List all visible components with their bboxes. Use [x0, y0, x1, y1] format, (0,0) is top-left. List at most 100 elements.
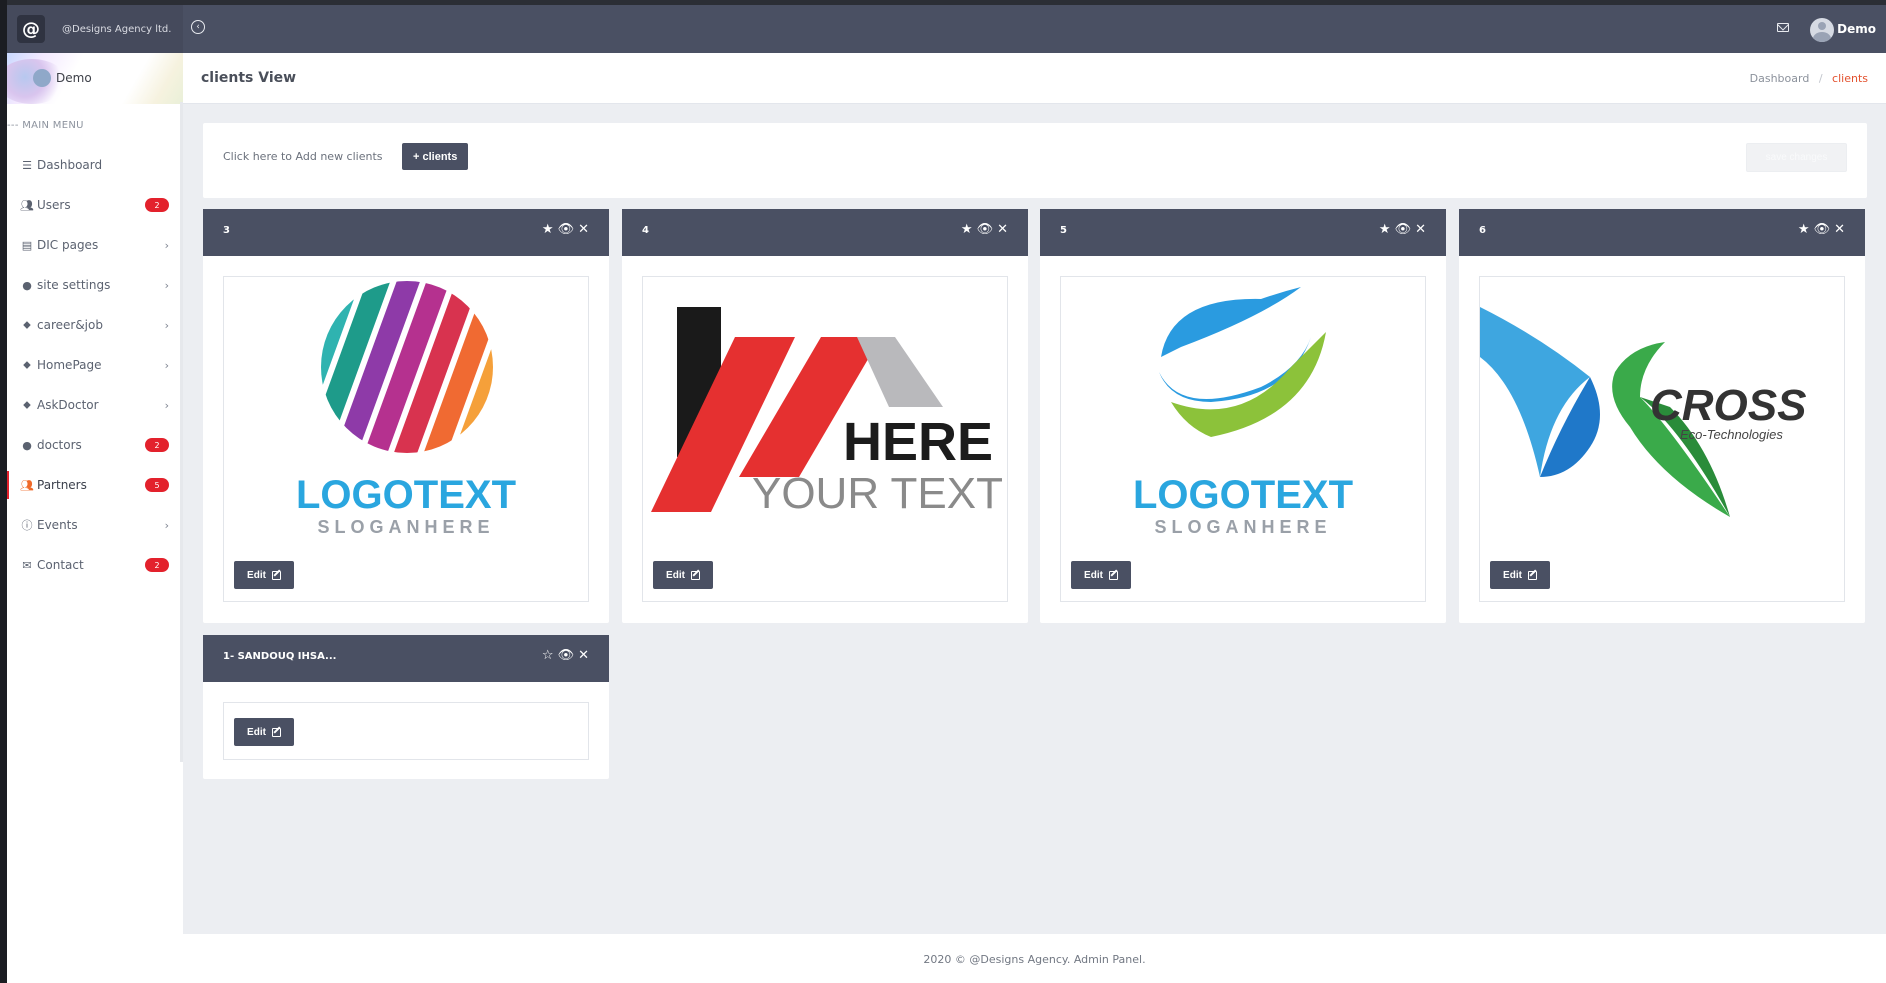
- menu-section-title: --- MAIN MENU: [7, 120, 84, 131]
- sidebar-item-career-job[interactable]: ⬥ career&job ›: [7, 305, 183, 345]
- page-header: clients View Dashboard / clients: [183, 53, 1886, 104]
- sidebar-item-dashboard[interactable]: ☰ Dashboard: [7, 145, 183, 185]
- star-icon[interactable]: ★: [542, 223, 554, 236]
- main-content: clients View Dashboard / clients Click h…: [183, 53, 1886, 983]
- eye-icon[interactable]: 👁︎: [977, 223, 994, 236]
- card-header: 1- SANDOUQ IHSA... ☆ 👁︎ ✕: [203, 635, 609, 682]
- client-logo-frame: HERE YOUR TEXT Edit: [642, 276, 1008, 602]
- client-card: 5 ★ 👁︎ ✕ LOGOTEXT SLOGANHERE Edit: [1040, 209, 1446, 623]
- sidebar-item-askdoctor[interactable]: ⬥ AskDoctor ›: [7, 385, 183, 425]
- count-badge: 2: [145, 438, 169, 452]
- sidebar-item-users[interactable]: 👥︎ Users 2: [7, 185, 183, 225]
- sidebar-item-doctors[interactable]: ● doctors 2: [7, 425, 183, 465]
- card-actions: ☆ 👁︎ ✕: [542, 649, 589, 662]
- card-actions: ★ 👁︎ ✕: [1379, 223, 1426, 236]
- client-logo-frame: LOGOTEXT SLOGANHERE Edit: [1060, 276, 1426, 602]
- sidebar-item-events[interactable]: ⓘ Events ›: [7, 505, 183, 545]
- brand-bar: @ @Designs Agency ltd.: [7, 5, 183, 53]
- sidebar-item-label: DIC pages: [37, 238, 99, 252]
- sidebar-item-dic-pages[interactable]: ▤ DIC pages ›: [7, 225, 183, 265]
- breadcrumb-home-link[interactable]: Dashboard: [1750, 72, 1810, 85]
- star-icon[interactable]: ★: [1798, 223, 1810, 236]
- logo-slogan: Eco-Technologies: [1680, 427, 1783, 442]
- client-card: 4 ★ 👁︎ ✕ HERE YOUR TEXT Edit: [622, 209, 1028, 623]
- count-badge: 2: [145, 198, 169, 212]
- sidebar-item-label: doctors: [37, 438, 82, 452]
- tag-icon: ⬥: [23, 318, 31, 331]
- add-clients-hint: Click here to Add new clients: [223, 150, 383, 163]
- brand-logo-icon[interactable]: @: [17, 15, 45, 43]
- chevron-right-icon: ›: [164, 358, 169, 372]
- eye-icon[interactable]: 👁︎: [558, 649, 575, 662]
- count-badge: 2: [145, 558, 169, 572]
- edit-button-label: Edit: [247, 726, 266, 738]
- edit-icon: [690, 570, 700, 580]
- brand-name: @Designs Agency ltd.: [62, 23, 172, 35]
- mail-icon[interactable]: [1777, 23, 1789, 32]
- user-icon: [33, 69, 51, 87]
- count-badge: 5: [145, 478, 169, 492]
- sidebar: @ @Designs Agency ltd. Demo --- MAIN MEN…: [7, 5, 183, 983]
- sidebar-item-partners[interactable]: 👥︎ Partners 5: [7, 465, 183, 505]
- card-actions: ★ 👁︎ ✕: [961, 223, 1008, 236]
- logo-slogan: YOUR TEXT: [751, 469, 1003, 518]
- sidebar-item-site-settings[interactable]: ● site settings ›: [7, 265, 183, 305]
- edit-button[interactable]: Edit: [234, 561, 294, 589]
- client-card: 1- SANDOUQ IHSA... ☆ 👁︎ ✕ Edit: [203, 635, 609, 779]
- card-actions: ★ 👁︎ ✕: [1798, 223, 1845, 236]
- edit-button-label: Edit: [666, 569, 685, 581]
- footer-copyright: 2020 © @Designs Agency. Admin Panel.: [923, 953, 1146, 966]
- close-icon[interactable]: ✕: [1415, 223, 1426, 236]
- eye-icon[interactable]: 👁︎: [1814, 223, 1831, 236]
- close-icon[interactable]: ✕: [578, 223, 589, 236]
- sidebar-item-contact[interactable]: ✉ Contact 2: [7, 545, 183, 585]
- collapse-sidebar-icon[interactable]: ‹: [191, 20, 205, 34]
- sidebar-item-label: site settings: [37, 278, 111, 292]
- add-client-button[interactable]: + clients: [402, 143, 469, 170]
- edit-button-label: Edit: [1503, 569, 1522, 581]
- tag-icon: ⬥: [23, 398, 31, 411]
- logo-wordmark: LOGOTEXT: [1133, 473, 1353, 517]
- eye-icon[interactable]: 👁︎: [1395, 223, 1412, 236]
- sidebar-menu: ☰ Dashboard 👥︎ Users 2 ▤ DIC pages › ● s…: [7, 145, 183, 585]
- sidebar-item-homepage[interactable]: ⬥ HomePage ›: [7, 345, 183, 385]
- tag-icon: ⬥: [23, 358, 31, 371]
- chevron-right-icon: ›: [164, 318, 169, 332]
- close-icon[interactable]: ✕: [997, 223, 1008, 236]
- eye-icon[interactable]: 👁︎: [558, 223, 575, 236]
- footer: 2020 © @Designs Agency. Admin Panel.: [183, 934, 1886, 983]
- star-icon[interactable]: ★: [1379, 223, 1391, 236]
- edit-button[interactable]: Edit: [1490, 561, 1550, 589]
- client-logo-frame: CROSS Eco-Technologies Edit: [1479, 276, 1845, 602]
- chevron-right-icon: ›: [164, 238, 169, 252]
- client-card: 3 ★ 👁︎ ✕ LOGOTEXT SLOGANHERE Edit: [203, 209, 609, 623]
- breadcrumb: Dashboard / clients: [1750, 72, 1868, 85]
- card-header: 4 ★ 👁︎ ✕: [622, 209, 1028, 256]
- sidebar-item-label: Dashboard: [37, 158, 103, 172]
- sidebar-item-label: career&job: [37, 318, 103, 332]
- edit-button[interactable]: Edit: [1071, 561, 1131, 589]
- circle-icon: ●: [22, 438, 32, 452]
- users-icon: 👥︎: [20, 198, 34, 212]
- topbar-user-name[interactable]: Demo: [1837, 22, 1876, 36]
- close-icon[interactable]: ✕: [1834, 223, 1845, 236]
- star-outline-icon[interactable]: ☆: [542, 649, 554, 662]
- edit-button[interactable]: Edit: [653, 561, 713, 589]
- edit-button-label: Edit: [247, 569, 266, 581]
- star-icon[interactable]: ★: [961, 223, 973, 236]
- sidebar-item-label: Events: [37, 518, 78, 532]
- logo-wordmark: LOGOTEXT: [296, 473, 516, 517]
- save-changes-button[interactable]: save changes: [1746, 143, 1847, 172]
- sidebar-user-name: Demo: [56, 71, 92, 85]
- top-navbar: ‹ Demo: [183, 5, 1886, 53]
- breadcrumb-separator: /: [1818, 72, 1823, 85]
- logo-slogan: SLOGANHERE: [1154, 517, 1332, 537]
- chevron-right-icon: ›: [164, 398, 169, 412]
- edit-icon: [1527, 570, 1537, 580]
- close-icon[interactable]: ✕: [578, 649, 589, 662]
- edit-button[interactable]: Edit: [234, 718, 294, 746]
- logo-swoosh-image: [1159, 287, 1326, 437]
- envelope-icon: ✉: [22, 558, 32, 572]
- avatar[interactable]: [1810, 18, 1834, 42]
- sidebar-user-panel: Demo: [7, 53, 183, 104]
